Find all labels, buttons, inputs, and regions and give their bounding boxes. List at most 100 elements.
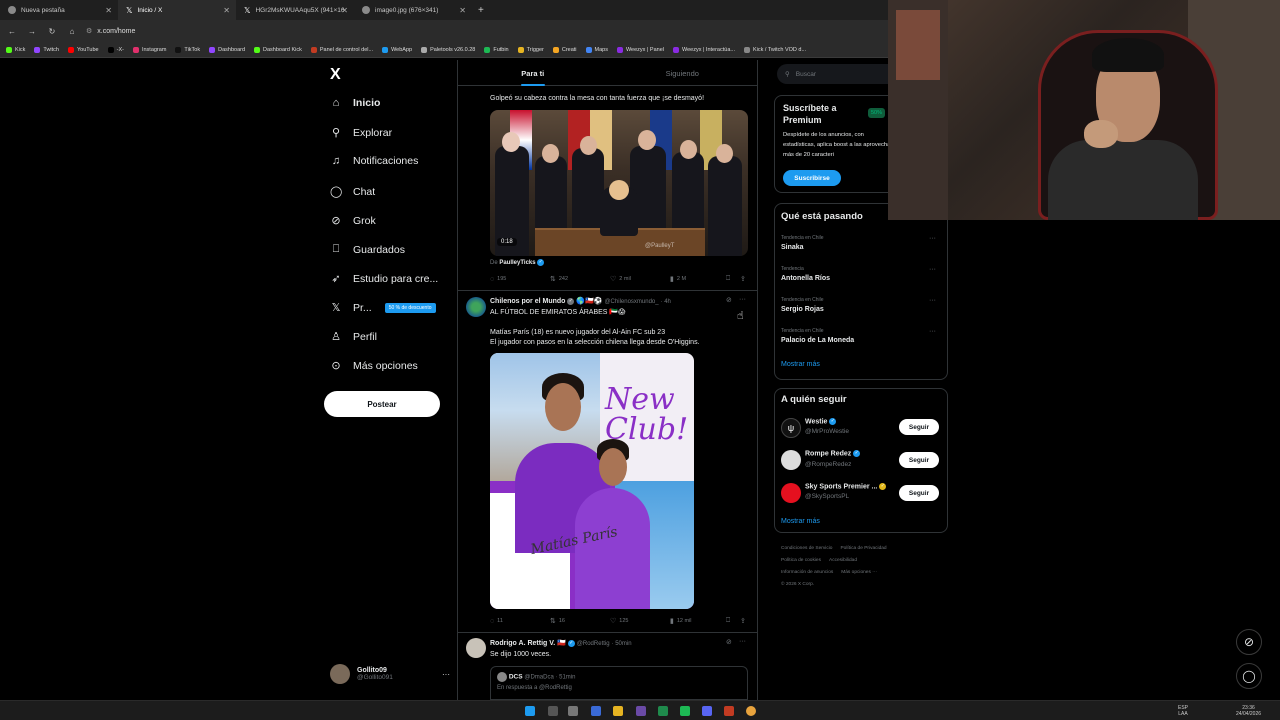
more-icon[interactable]: ··· — [929, 297, 936, 304]
quoted-tweet[interactable]: DCS @DmaDca · 51min En respuesta a @RodR… — [490, 666, 748, 700]
search-input[interactable]: ⚲ Buscar — [777, 64, 890, 84]
footer-link[interactable]: Información de anuncios — [781, 570, 833, 575]
nav-item-perfil[interactable]: ♙ Perfil — [330, 330, 377, 344]
bookmark-item[interactable]: Weezyx | Interactúa... — [672, 46, 735, 53]
avatar[interactable] — [781, 450, 801, 470]
video-source[interactable]: De PaulleyTicks ✓ — [490, 259, 545, 266]
bookmark-item[interactable]: Paletools v26.0.28 — [421, 46, 475, 53]
reply-button[interactable]: ◌ 195 — [490, 275, 550, 283]
grok-float-button[interactable]: ⊘ — [1236, 629, 1262, 655]
views-button[interactable]: ▮ 2 M — [670, 275, 726, 283]
browser-tab[interactable]: image0.jpg (676×341) ✕ — [354, 0, 472, 20]
bookmark-item[interactable]: Dashboard Kick — [254, 46, 302, 53]
search-icon[interactable] — [548, 706, 558, 716]
discord-icon[interactable] — [702, 706, 712, 716]
settings-icon[interactable] — [568, 706, 578, 716]
trend-item[interactable]: Palacio de La Moneda — [781, 337, 854, 344]
more-icon[interactable]: ··· — [929, 328, 936, 335]
home-icon[interactable]: ⌂ — [66, 27, 78, 36]
author-handle[interactable]: @RodRettig — [577, 641, 610, 647]
tab-para-ti[interactable]: Para ti — [458, 62, 608, 86]
bookmark-item[interactable]: Trigger — [517, 46, 544, 53]
retweet-button[interactable]: ⇅ 242 — [550, 275, 610, 283]
bookmark-item[interactable]: TikTok — [175, 46, 200, 53]
bookmark-item[interactable]: Kick — [6, 46, 25, 53]
nav-item-guardados[interactable]: ⎕ Guardados — [330, 243, 405, 256]
browser-tab[interactable]: Nueva pestaña ✕ — [0, 0, 118, 20]
more-icon[interactable]: ··· — [739, 638, 746, 645]
nav-item-notificaciones[interactable]: ♫ Notificaciones — [330, 155, 419, 167]
back-icon[interactable]: ← — [6, 27, 18, 36]
reply-button[interactable]: ◌ 11 — [490, 617, 550, 625]
tweet-time[interactable]: · 50min — [612, 641, 632, 647]
nav-item-inicio[interactable]: ⌂ Inicio — [330, 97, 381, 109]
close-icon[interactable]: ✕ — [223, 6, 230, 15]
bookmark-item[interactable]: Instagram — [132, 46, 166, 53]
more-icon[interactable]: ··· — [929, 266, 936, 273]
forward-icon[interactable]: → — [26, 27, 38, 36]
bookmark-item[interactable]: Creati — [552, 46, 577, 53]
site-info-icon[interactable]: ⚙ — [86, 27, 92, 35]
views-button[interactable]: ▮ 12 mil — [670, 617, 726, 625]
bookmark-button[interactable]: ⎕ — [726, 275, 740, 283]
chat-float-button[interactable]: ◯ — [1236, 663, 1262, 689]
folder-icon[interactable] — [613, 706, 623, 716]
follow-name[interactable]: Sky Sports Premier ... ✓ — [805, 483, 887, 490]
bookmark-item[interactable]: WebApp — [382, 46, 412, 53]
like-button[interactable]: ♡ 125 — [610, 617, 670, 625]
retweet-button[interactable]: ⇅ 16 — [550, 617, 610, 625]
tweet-video[interactable] — [490, 110, 748, 256]
footer-link[interactable]: Más opciones ··· — [841, 570, 877, 575]
follow-button[interactable]: Seguir — [899, 419, 939, 435]
app-icon[interactable] — [636, 706, 646, 716]
like-button[interactable]: ♡ 2 mil — [610, 275, 670, 283]
author-name[interactable]: Rodrigo A. Rettig V. — [490, 640, 555, 647]
author-name[interactable]: Chilenos por el Mundo — [490, 298, 565, 305]
bookmark-item[interactable]: YouTube — [67, 46, 99, 53]
new-tab-button[interactable]: + — [478, 0, 484, 20]
close-icon[interactable]: ✕ — [341, 6, 348, 15]
follow-name[interactable]: Rompe Redez ✓ — [805, 450, 861, 457]
author-handle[interactable]: @Chilenosxmundo_ — [604, 299, 658, 305]
grok-icon[interactable]: ⊘ — [726, 638, 732, 646]
follow-show-more[interactable]: Mostrar más — [781, 518, 820, 525]
close-icon[interactable]: ✕ — [459, 6, 466, 15]
reload-icon[interactable]: ↻ — [46, 27, 58, 36]
share-button[interactable]: ⇪ — [740, 275, 754, 283]
app-icon[interactable] — [724, 706, 734, 716]
trends-show-more[interactable]: Mostrar más — [781, 361, 820, 368]
tab-siguiendo[interactable]: Siguiendo — [608, 62, 758, 85]
account-switcher[interactable]: Gollito09 @Gollito091 ··· — [330, 662, 450, 686]
more-icon[interactable]: ··· — [929, 235, 936, 242]
bookmark-item[interactable]: Dashboard — [209, 46, 245, 53]
avatar[interactable]: ψ — [781, 418, 801, 438]
nav-item-explorar[interactable]: ⚲ Explorar — [330, 126, 392, 140]
nav-item-grok[interactable]: ⊘ Grok — [330, 214, 375, 228]
nav-item-mas-opciones[interactable]: ⊙ Más opciones — [330, 359, 417, 373]
clock[interactable]: 23:36 24/04/2026 — [1236, 705, 1261, 717]
post-button[interactable]: Postear — [324, 391, 440, 417]
close-icon[interactable]: ✕ — [105, 6, 112, 15]
bookmark-item[interactable]: Twitch — [34, 46, 59, 53]
tweet-image[interactable]: New Club! Matías París — [490, 353, 694, 609]
grok-icon[interactable]: ⊘ — [726, 296, 732, 304]
spotify-icon[interactable] — [680, 706, 690, 716]
follow-button[interactable]: Seguir — [899, 485, 939, 501]
browser-tab[interactable]: 𝕏 HGr2MsKWUAAqu5X (941×16 ✕ — [236, 0, 354, 20]
tweet-time[interactable]: · 4h — [661, 299, 671, 305]
footer-link[interactable]: Política de Privacidad — [840, 546, 886, 551]
bookmark-item[interactable]: -X- — [107, 46, 124, 53]
windows-start-icon[interactable] — [525, 706, 535, 716]
avatar[interactable] — [781, 483, 801, 503]
share-button[interactable]: ⇪ — [740, 617, 754, 625]
trend-item[interactable]: Sinaka — [781, 244, 804, 251]
app-icon[interactable] — [591, 706, 601, 716]
bookmark-item[interactable]: Weezyx | Panel — [616, 46, 664, 53]
more-icon[interactable]: ··· — [739, 296, 746, 303]
language-indicator[interactable]: ESP LAA — [1178, 705, 1188, 717]
bookmark-button[interactable]: ⎕ — [726, 617, 740, 625]
nav-item-premium[interactable]: 𝕏 Pr... 50 % de descuento — [330, 301, 436, 314]
app-icon[interactable] — [658, 706, 668, 716]
browser-tab-active[interactable]: 𝕏 Inicio / X ✕ — [118, 0, 236, 20]
follow-name[interactable]: Westie ✓ — [805, 418, 837, 425]
